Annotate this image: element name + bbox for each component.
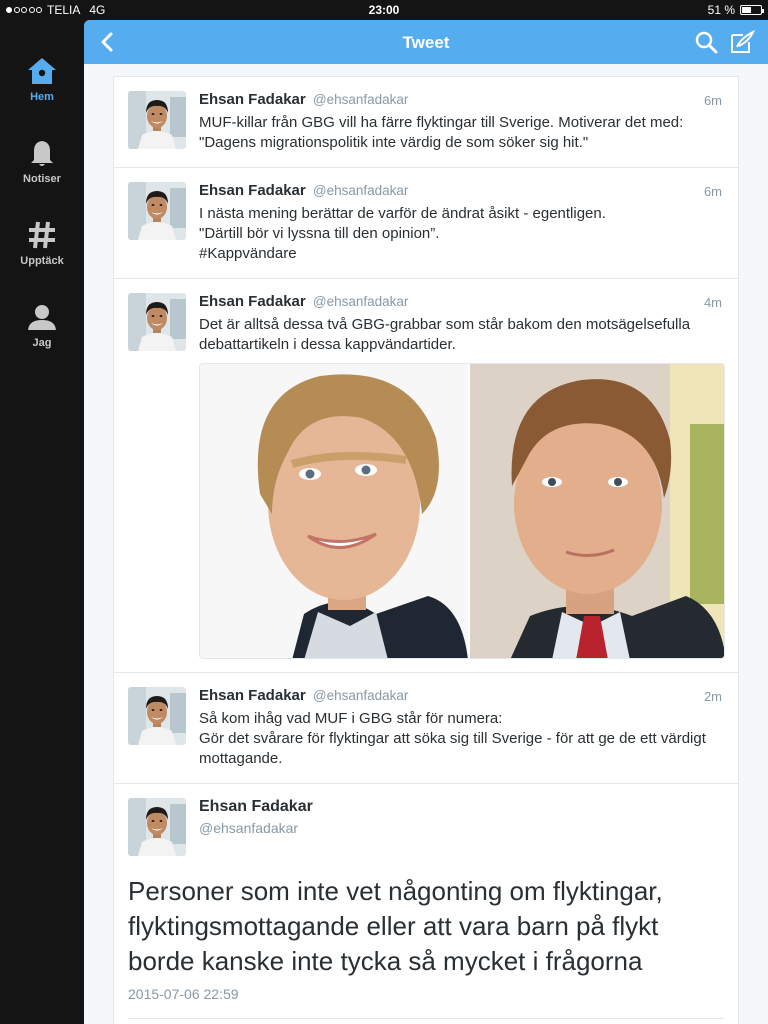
tweet-time: 4m <box>703 295 722 310</box>
author-handle[interactable]: @ehsanfadakar <box>313 92 409 107</box>
sidebar-item-discover[interactable]: Upptäck <box>0 218 84 267</box>
home-icon <box>28 58 56 84</box>
avatar[interactable] <box>128 182 186 240</box>
hashtag-icon <box>29 221 55 249</box>
author-name[interactable]: Ehsan Fadakar <box>199 182 306 199</box>
tweet-time: 6m <box>703 184 722 199</box>
battery-icon <box>740 5 764 15</box>
author-handle[interactable]: @ehsanfadakar <box>313 688 409 703</box>
tweet[interactable]: Ehsan Fadakar @ehsanfadakar 2m Så kom ih… <box>113 672 739 783</box>
bell-icon <box>31 141 53 166</box>
page-title: Tweet <box>402 33 450 52</box>
sidebar-item-label: Notiser <box>23 173 61 185</box>
status-bar: TELIA 4G 23:00 51 % <box>0 0 768 20</box>
photo-two-men <box>200 364 724 658</box>
main-panel: Tweet Ehsan Fadakar @ehsanfadakar 6m MUF… <box>84 20 768 1024</box>
author-name[interactable]: Ehsan Fadakar <box>199 687 306 704</box>
author-name[interactable]: Ehsan Fadakar <box>199 91 306 108</box>
tweet-text: Det är alltså dessa två GBG-grabbar som … <box>199 316 691 353</box>
avatar[interactable] <box>128 91 186 149</box>
sidebar-item-home[interactable]: Hem <box>0 54 84 103</box>
tweet-timestamp: 2015-07-06 22:59 <box>128 986 239 1002</box>
status-time: 23:00 <box>368 3 400 17</box>
tweet-text: Personer som inte vet någonting om flykt… <box>128 876 663 976</box>
sidebar-item-me[interactable]: Jag <box>0 300 84 349</box>
sidebar: Hem Notiser Upptäck Jag <box>0 20 84 1024</box>
search-icon[interactable] <box>694 30 718 54</box>
tweet-text: Så kom ihåg vad MUF i GBG står för numer… <box>199 710 706 767</box>
tweet-text: I nästa mening berättar de varför de änd… <box>199 205 606 262</box>
tweet[interactable]: Ehsan Fadakar @ehsanfadakar 6m MUF-killa… <box>113 76 739 167</box>
avatar[interactable] <box>128 293 186 351</box>
tweet[interactable]: Ehsan Fadakar @ehsanfadakar 6m I nästa m… <box>113 167 739 278</box>
author-handle[interactable]: @ehsanfadakar <box>199 820 298 836</box>
author-handle[interactable]: @ehsanfadakar <box>313 294 409 309</box>
author-name[interactable]: Ehsan Fadakar <box>199 293 306 310</box>
person-icon <box>28 305 56 330</box>
sidebar-item-label: Hem <box>30 91 54 103</box>
avatar[interactable] <box>128 687 186 745</box>
tweet-time: 6m <box>703 93 722 108</box>
avatar[interactable] <box>128 798 186 856</box>
sidebar-item-notifications[interactable]: Notiser <box>0 136 84 185</box>
sidebar-item-label: Jag <box>32 337 52 349</box>
author-name[interactable]: Ehsan Fadakar <box>199 798 313 816</box>
tweet-time: 2m <box>703 689 722 704</box>
top-bar: Tweet <box>84 20 768 64</box>
compose-icon[interactable] <box>729 29 755 55</box>
tweet-text: MUF-killar från GBG vill ha färre flykti… <box>199 114 684 151</box>
tweet-photo[interactable] <box>199 363 725 659</box>
sidebar-item-label: Upptäck <box>20 255 64 267</box>
tweet[interactable]: Ehsan Fadakar @ehsanfadakar 4m Det är al… <box>113 278 739 672</box>
battery-percent: 51 % <box>707 3 735 17</box>
divider <box>128 1018 724 1019</box>
timeline: Ehsan Fadakar @ehsanfadakar 6m MUF-killa… <box>84 64 768 1024</box>
tweet-detail: Ehsan Fadakar @ehsanfadakar Personer som… <box>113 783 739 1024</box>
author-handle[interactable]: @ehsanfadakar <box>313 183 409 198</box>
